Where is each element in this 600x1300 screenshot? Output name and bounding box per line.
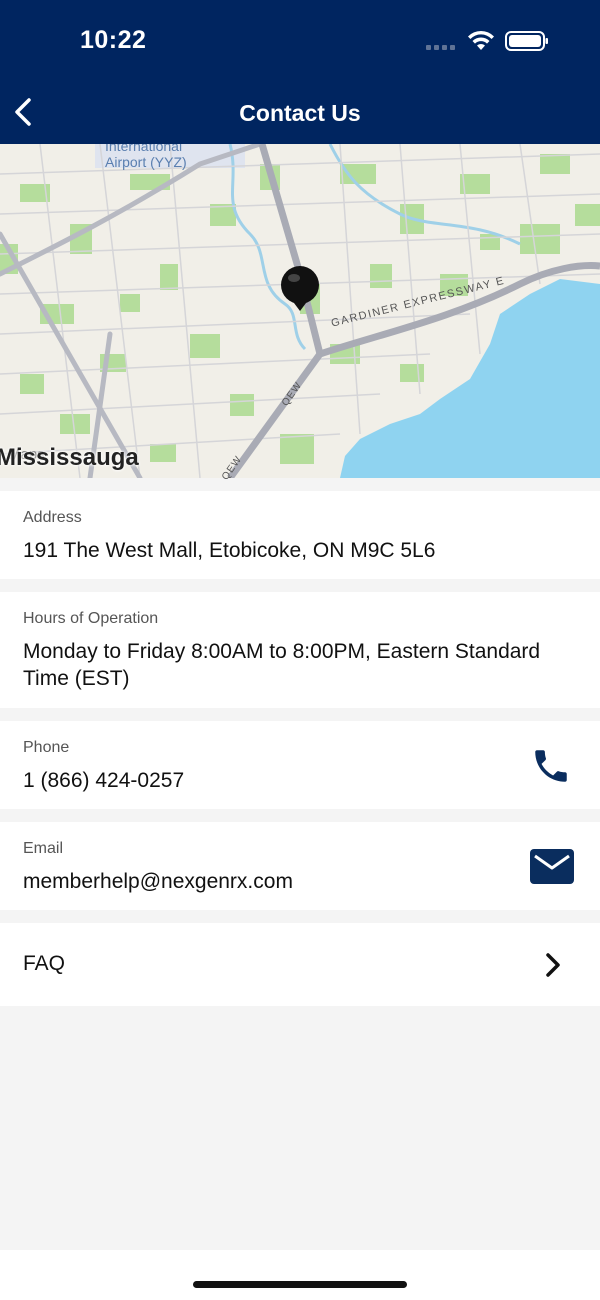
hours-label: Hours of Operation: [23, 610, 159, 627]
address-label: Address: [23, 509, 82, 526]
bottom-safe-area: [0, 1250, 600, 1300]
phone-value[interactable]: 1 (866) 424-0257: [23, 767, 184, 794]
city-label: Mississauga: [0, 444, 139, 471]
email-card[interactable]: Email memberhelp@nexgenrx.com: [0, 822, 600, 910]
navigation-bar: Contact Us: [0, 80, 600, 144]
address-value: 191 The West Mall, Etobicoke, ON M9C 5L6: [23, 539, 436, 562]
faq-row[interactable]: FAQ: [0, 923, 600, 1006]
phone-card[interactable]: Phone 1 (866) 424-0257: [0, 721, 600, 809]
phone-label: Phone: [23, 739, 70, 756]
map-pin-icon[interactable]: [279, 265, 321, 313]
email-value[interactable]: memberhelp@nexgenrx.com: [23, 868, 293, 895]
phone-icon[interactable]: [530, 745, 572, 787]
airport-label: International Airport (YYZ): [105, 144, 187, 170]
status-time: 10:22: [80, 26, 147, 54]
mail-icon[interactable]: [530, 849, 574, 884]
hours-card: Hours of Operation Monday to Friday 8:00…: [0, 592, 600, 708]
address-card: Address 191 The West Mall, Etobicoke, ON…: [0, 491, 600, 579]
chevron-right-icon: [546, 953, 560, 977]
status-bar: 10:22: [0, 0, 600, 80]
home-indicator[interactable]: [193, 1281, 407, 1288]
email-label: Email: [23, 840, 64, 857]
faq-label: FAQ: [23, 952, 66, 975]
app-header: 10:22 Contact Us: [0, 0, 600, 144]
hours-value: Monday to Friday 8:00AM to 8:00PM, Easte…: [23, 640, 541, 690]
cellular-signal-icon: [426, 45, 458, 51]
battery-icon: [505, 31, 548, 51]
page-title: Contact Us: [239, 100, 361, 126]
wifi-icon: [468, 30, 494, 50]
